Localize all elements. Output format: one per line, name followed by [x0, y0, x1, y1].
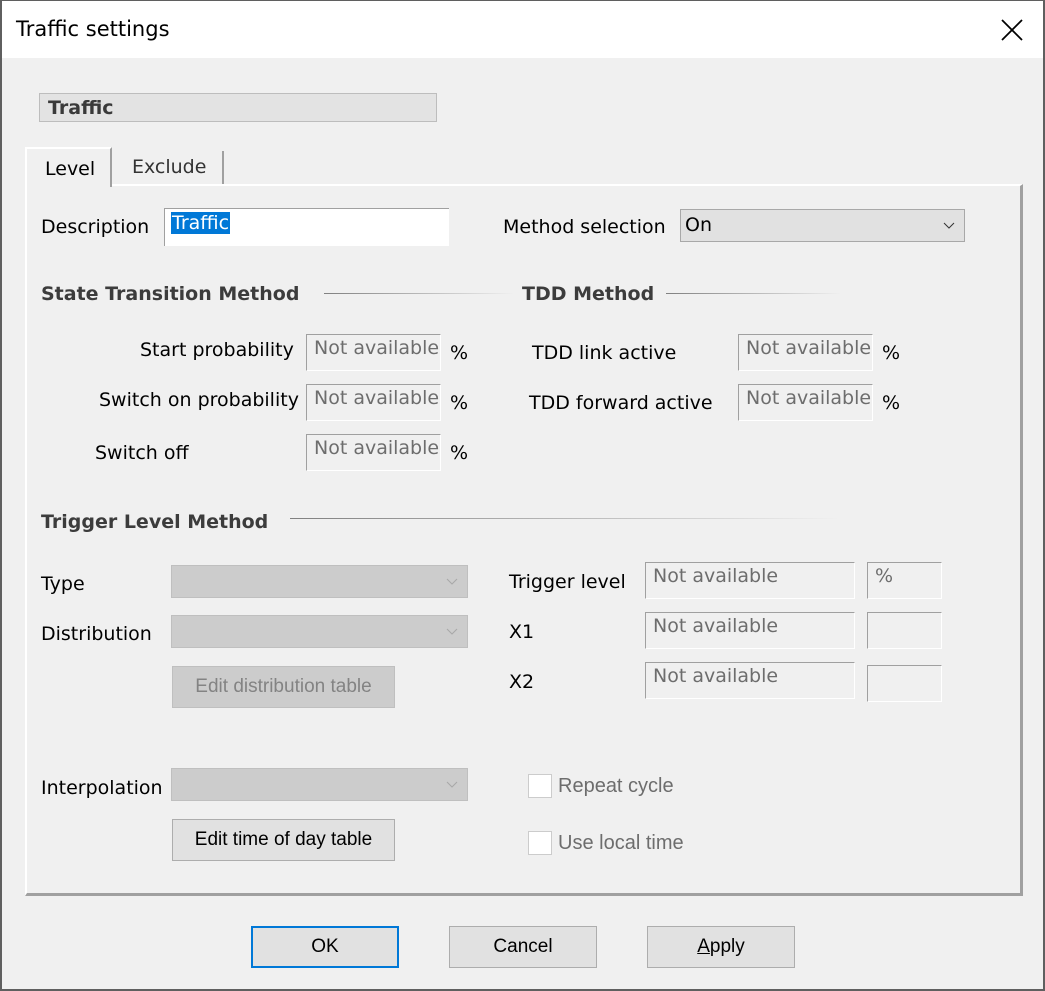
tdd-forward-active-field[interactable]: Not available [738, 384, 873, 421]
window-title: Traffic settings [16, 17, 170, 41]
ok-button[interactable]: OK [251, 926, 399, 968]
x1-unit-field[interactable] [867, 612, 942, 649]
switch-off-label: Switch off [95, 442, 189, 464]
chevron-down-icon [446, 628, 458, 635]
tdd-link-active-unit: % [882, 342, 901, 364]
switch-on-probability-label: Switch on probability [99, 389, 299, 411]
object-name: Traffic [48, 97, 114, 119]
traffic-settings-dialog: Traffic settings Traffic Level Exclude D… [0, 0, 1045, 991]
apply-rest: pply [709, 936, 745, 957]
method-selection-value: On [685, 214, 712, 236]
title-bar: Traffic settings [2, 1, 1043, 58]
use-local-time-label: Use local time [558, 832, 684, 854]
x2-label: X2 [509, 671, 535, 693]
x1-label: X1 [509, 621, 535, 643]
switch-off-value: Not available [314, 437, 440, 459]
tdd-link-active-value: Not available [746, 337, 872, 359]
description-input[interactable]: Traffic [164, 208, 449, 246]
switch-on-probability-value: Not available [314, 387, 440, 409]
interpolation-dropdown[interactable] [171, 768, 468, 801]
tdd-forward-active-value: Not available [746, 387, 872, 409]
x1-field[interactable]: Not available [645, 612, 855, 649]
trigger-level-unit: % [875, 565, 894, 587]
switch-off-field[interactable]: Not available [306, 434, 441, 471]
trigger-level-divider [290, 518, 840, 519]
tdd-forward-active-label: TDD forward active [529, 392, 713, 414]
use-local-time-checkbox[interactable] [528, 831, 552, 855]
switch-off-unit: % [450, 442, 469, 464]
tab-exclude-label: Exclude [132, 156, 207, 178]
distribution-label: Distribution [41, 623, 152, 645]
interpolation-label: Interpolation [41, 777, 163, 799]
method-selection-label: Method selection [503, 216, 666, 238]
tab-exclude[interactable]: Exclude [112, 151, 224, 185]
type-dropdown[interactable] [171, 565, 468, 598]
x2-unit-field[interactable] [867, 665, 942, 702]
repeat-cycle-checkbox[interactable] [528, 774, 552, 798]
cancel-button[interactable]: Cancel [449, 926, 597, 968]
description-label: Description [41, 216, 150, 238]
trigger-level-label: Trigger level [509, 571, 626, 593]
trigger-level-value: Not available [653, 565, 779, 587]
switch-on-probability-unit: % [450, 392, 469, 414]
type-label: Type [41, 573, 85, 595]
description-value: Traffic [171, 212, 231, 234]
switch-on-probability-field[interactable]: Not available [306, 384, 441, 421]
chevron-down-icon [446, 781, 458, 788]
x2-value: Not available [653, 665, 779, 687]
x2-field[interactable]: Not available [645, 662, 855, 699]
start-probability-value: Not available [314, 337, 440, 359]
state-transition-heading: State Transition Method [41, 283, 300, 305]
edit-time-of-day-table-button[interactable]: Edit time of day table [172, 819, 395, 861]
tdd-method-divider [666, 293, 841, 294]
trigger-level-heading: Trigger Level Method [41, 511, 269, 533]
chevron-down-icon [943, 222, 955, 229]
close-x-icon [1001, 19, 1023, 41]
distribution-dropdown[interactable] [171, 615, 468, 648]
start-probability-label: Start probability [140, 339, 294, 361]
tdd-link-active-field[interactable]: Not available [738, 334, 873, 371]
trigger-level-unit-field[interactable]: % [867, 562, 942, 599]
trigger-level-field[interactable]: Not available [645, 562, 855, 599]
chevron-down-icon [446, 578, 458, 585]
x1-value: Not available [653, 615, 779, 637]
apply-mnemonic: A [697, 936, 710, 957]
tab-level[interactable]: Level [25, 147, 112, 187]
start-probability-field[interactable]: Not available [306, 334, 441, 371]
tdd-forward-active-unit: % [882, 392, 901, 414]
apply-button[interactable]: Apply [647, 926, 795, 968]
tdd-method-heading: TDD Method [522, 283, 655, 305]
repeat-cycle-label: Repeat cycle [558, 775, 674, 797]
state-transition-divider [324, 293, 514, 294]
object-name-header: Traffic [39, 93, 437, 122]
tdd-link-active-label: TDD link active [532, 342, 677, 364]
edit-distribution-table-button[interactable]: Edit distribution table [172, 666, 395, 708]
method-selection-dropdown[interactable]: On [680, 209, 965, 242]
start-probability-unit: % [450, 342, 469, 364]
tab-level-label: Level [45, 158, 96, 180]
close-button[interactable] [999, 17, 1025, 43]
